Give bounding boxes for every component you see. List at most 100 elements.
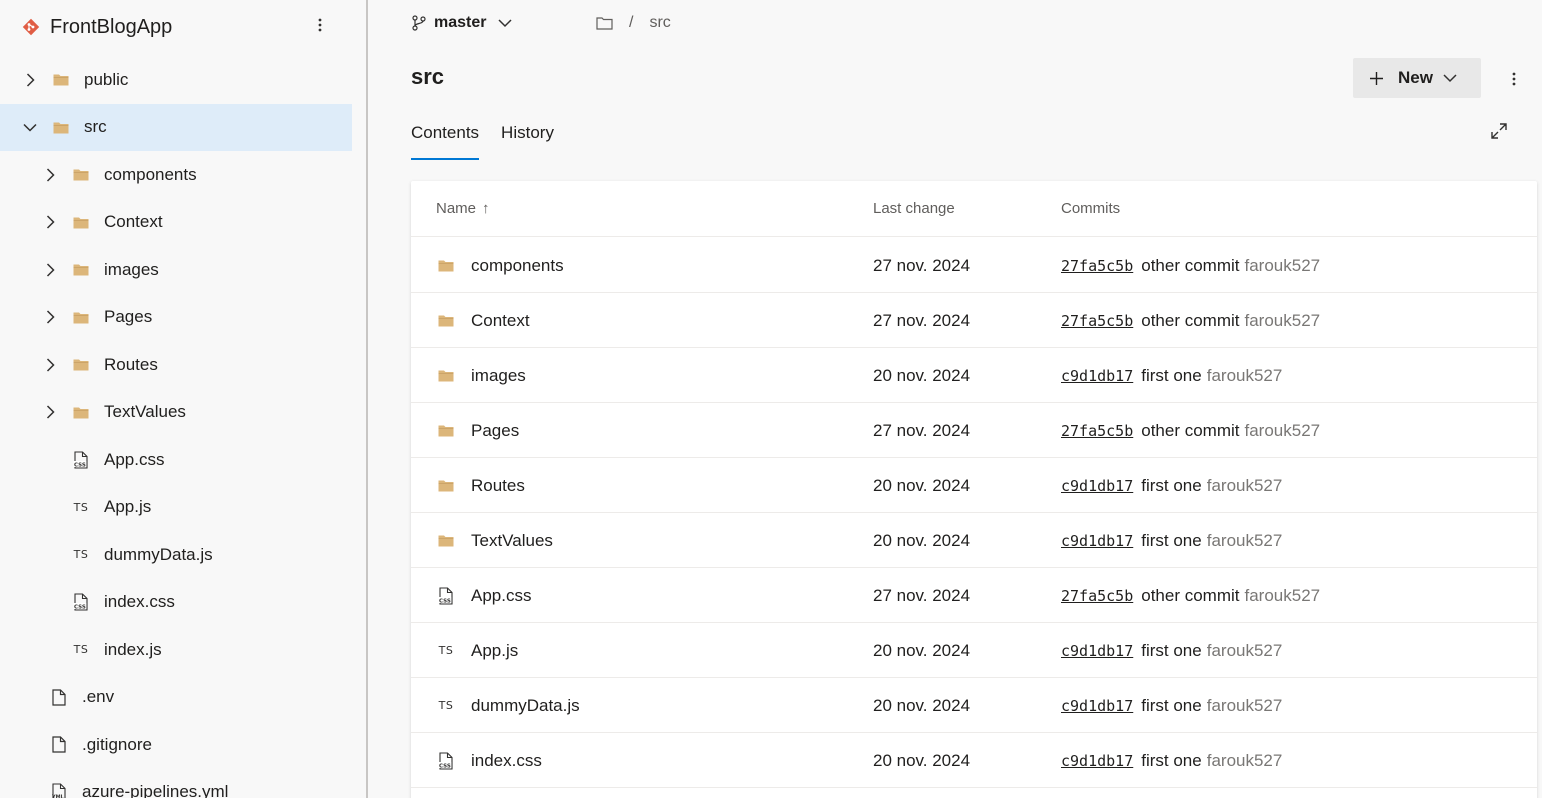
tree-item-label: azure-pipelines.yml [82, 782, 229, 798]
tab-contents[interactable]: Contents [411, 118, 480, 162]
column-header-name[interactable]: Name ↑ [436, 200, 490, 217]
tree-item-azure-pipelines-yml[interactable]: YML azure-pipelines.yml [0, 769, 352, 798]
folder-icon [52, 71, 70, 89]
tree-item-index-js[interactable]: TS index.js [0, 626, 352, 673]
table-row[interactable]: CSS index.css 20 nov. 2024 c9d1db17 first on… [411, 733, 1537, 788]
tree-item-app-css[interactable]: CSS App.css [0, 436, 352, 483]
file-name-link[interactable]: dummyData.js [471, 678, 580, 733]
folder-icon [435, 458, 457, 513]
last-change-date: 20 nov. 2024 [873, 475, 971, 495]
table-row[interactable]: images 20 nov. 2024 c9d1db17 first one farou… [411, 348, 1537, 403]
last-change-date: 27 nov. 2024 [873, 585, 971, 605]
yml-file-icon: YML [50, 783, 68, 798]
commit-message: other commit [1141, 585, 1240, 605]
chevron-right-icon[interactable] [42, 167, 58, 183]
typescript-file-icon: TS [73, 643, 89, 656]
chevron-right-icon[interactable] [42, 309, 58, 325]
commit-message: first one [1141, 530, 1202, 550]
folder-icon [52, 118, 70, 136]
tree-item-images[interactable]: images [0, 246, 352, 293]
chevron-down-icon [1443, 74, 1457, 83]
commit-hash-link[interactable]: c9d1db17 [1061, 367, 1133, 385]
table-row[interactable]: TS App.js 20 nov. 2024 c9d1db17 first one far… [411, 623, 1537, 678]
tree-item-env[interactable]: .env [0, 674, 352, 721]
commit-message: first one [1141, 640, 1202, 660]
commit-author: farouk527 [1244, 420, 1321, 440]
file-name-link[interactable]: App.js [471, 623, 518, 678]
file-name-link[interactable]: Routes [471, 458, 525, 513]
branch-selector[interactable]: master [412, 10, 513, 36]
chevron-right-icon[interactable] [42, 214, 58, 230]
tree-item-textvalues[interactable]: TextValues [0, 389, 352, 436]
column-header-commits[interactable]: Commits [1061, 200, 1120, 217]
commit-hash-link[interactable]: 27fa5c5b [1061, 587, 1133, 605]
column-header-last-change[interactable]: Last change [873, 200, 955, 217]
table-row[interactable]: CSS App.css 27 nov. 2024 27fa5c5b other comm… [411, 568, 1537, 623]
commit-hash-link[interactable]: c9d1db17 [1061, 532, 1133, 550]
new-button[interactable]: New [1353, 58, 1481, 98]
table-row[interactable]: TextValues 20 nov. 2024 c9d1db17 first one f… [411, 513, 1537, 568]
svg-text:YML: YML [51, 795, 65, 798]
commit-hash-link[interactable]: 27fa5c5b [1061, 257, 1133, 275]
tab-history[interactable]: History [501, 118, 554, 162]
commit-message: other commit [1141, 420, 1240, 440]
breadcrumb: / src [596, 10, 671, 36]
file-tree-sidebar: FrontBlogApp public src components Context i… [0, 0, 368, 798]
tree-item-gitignore[interactable]: .gitignore [0, 721, 352, 768]
commit-info: 27fa5c5b other commit farouk527 [1061, 293, 1320, 348]
tree-item-components[interactable]: components [0, 151, 352, 198]
repo-header[interactable]: FrontBlogApp [22, 12, 172, 42]
css-file-icon: CSS [72, 593, 90, 611]
file-name-link[interactable]: TextValues [471, 513, 553, 568]
commit-message: first one [1141, 365, 1202, 385]
file-name-link[interactable]: App.css [471, 568, 531, 623]
file-name-link[interactable]: components [471, 238, 564, 293]
tree-item-dummydata-js[interactable]: TS dummyData.js [0, 531, 352, 578]
file-name-link[interactable]: Context [471, 293, 530, 348]
typescript-file-icon: TS [438, 699, 454, 712]
expand-icon[interactable] [1488, 120, 1510, 142]
folder-icon [72, 308, 90, 326]
commit-author: farouk527 [1244, 585, 1321, 605]
chevron-down-icon[interactable] [22, 119, 38, 135]
tree-item-label: src [84, 117, 107, 136]
tree-item-public[interactable]: public [0, 56, 352, 103]
commit-hash-link[interactable]: c9d1db17 [1061, 642, 1133, 660]
chevron-right-icon[interactable] [42, 262, 58, 278]
table-row[interactable]: Context 27 nov. 2024 27fa5c5b other commit f… [411, 293, 1537, 348]
more-options-icon[interactable] [1506, 68, 1522, 90]
tree-item-src[interactable]: src [0, 103, 352, 151]
table-row[interactable]: Routes 20 nov. 2024 c9d1db17 first one farou… [411, 458, 1537, 513]
commit-hash-link[interactable]: 27fa5c5b [1061, 422, 1133, 440]
table-row[interactable]: components 27 nov. 2024 27fa5c5b other comm… [411, 238, 1537, 293]
tree-item-index-css[interactable]: CSS index.css [0, 579, 352, 626]
main-content: master / src src New Contents History Na… [370, 0, 1542, 798]
table-row[interactable]: TS dummyData.js 20 nov. 2024 c9d1db17 first … [411, 678, 1537, 733]
tree-item-pages[interactable]: Pages [0, 294, 352, 341]
commit-hash-link[interactable]: c9d1db17 [1061, 697, 1133, 715]
file-name-link[interactable]: images [471, 348, 526, 403]
commit-info: c9d1db17 first one farouk527 [1061, 458, 1282, 513]
tree-item-app-js[interactable]: TS App.js [0, 484, 352, 531]
commit-message: other commit [1141, 310, 1240, 330]
table-row[interactable]: Pages 27 nov. 2024 27fa5c5b other commit far… [411, 403, 1537, 458]
file-name-link[interactable]: Pages [471, 403, 519, 458]
commit-hash-link[interactable]: c9d1db17 [1061, 752, 1133, 770]
folder-outline-icon[interactable] [596, 16, 613, 30]
tree-item-routes[interactable]: Routes [0, 341, 352, 388]
tree-item-context[interactable]: Context [0, 199, 352, 246]
tree-item-label: TextValues [104, 402, 186, 421]
repo-more-options-icon[interactable] [312, 14, 328, 36]
commit-hash-link[interactable]: 27fa5c5b [1061, 312, 1133, 330]
chevron-down-icon [498, 19, 513, 28]
breadcrumb-current[interactable]: src [649, 14, 670, 32]
chevron-right-icon[interactable] [22, 72, 38, 88]
chevron-right-icon[interactable] [42, 404, 58, 420]
chevron-right-icon[interactable] [42, 357, 58, 373]
new-button-label: New [1398, 68, 1433, 87]
tab-bar: Contents History [411, 118, 576, 162]
file-name-link[interactable]: index.css [471, 733, 542, 788]
commit-hash-link[interactable]: c9d1db17 [1061, 477, 1133, 495]
